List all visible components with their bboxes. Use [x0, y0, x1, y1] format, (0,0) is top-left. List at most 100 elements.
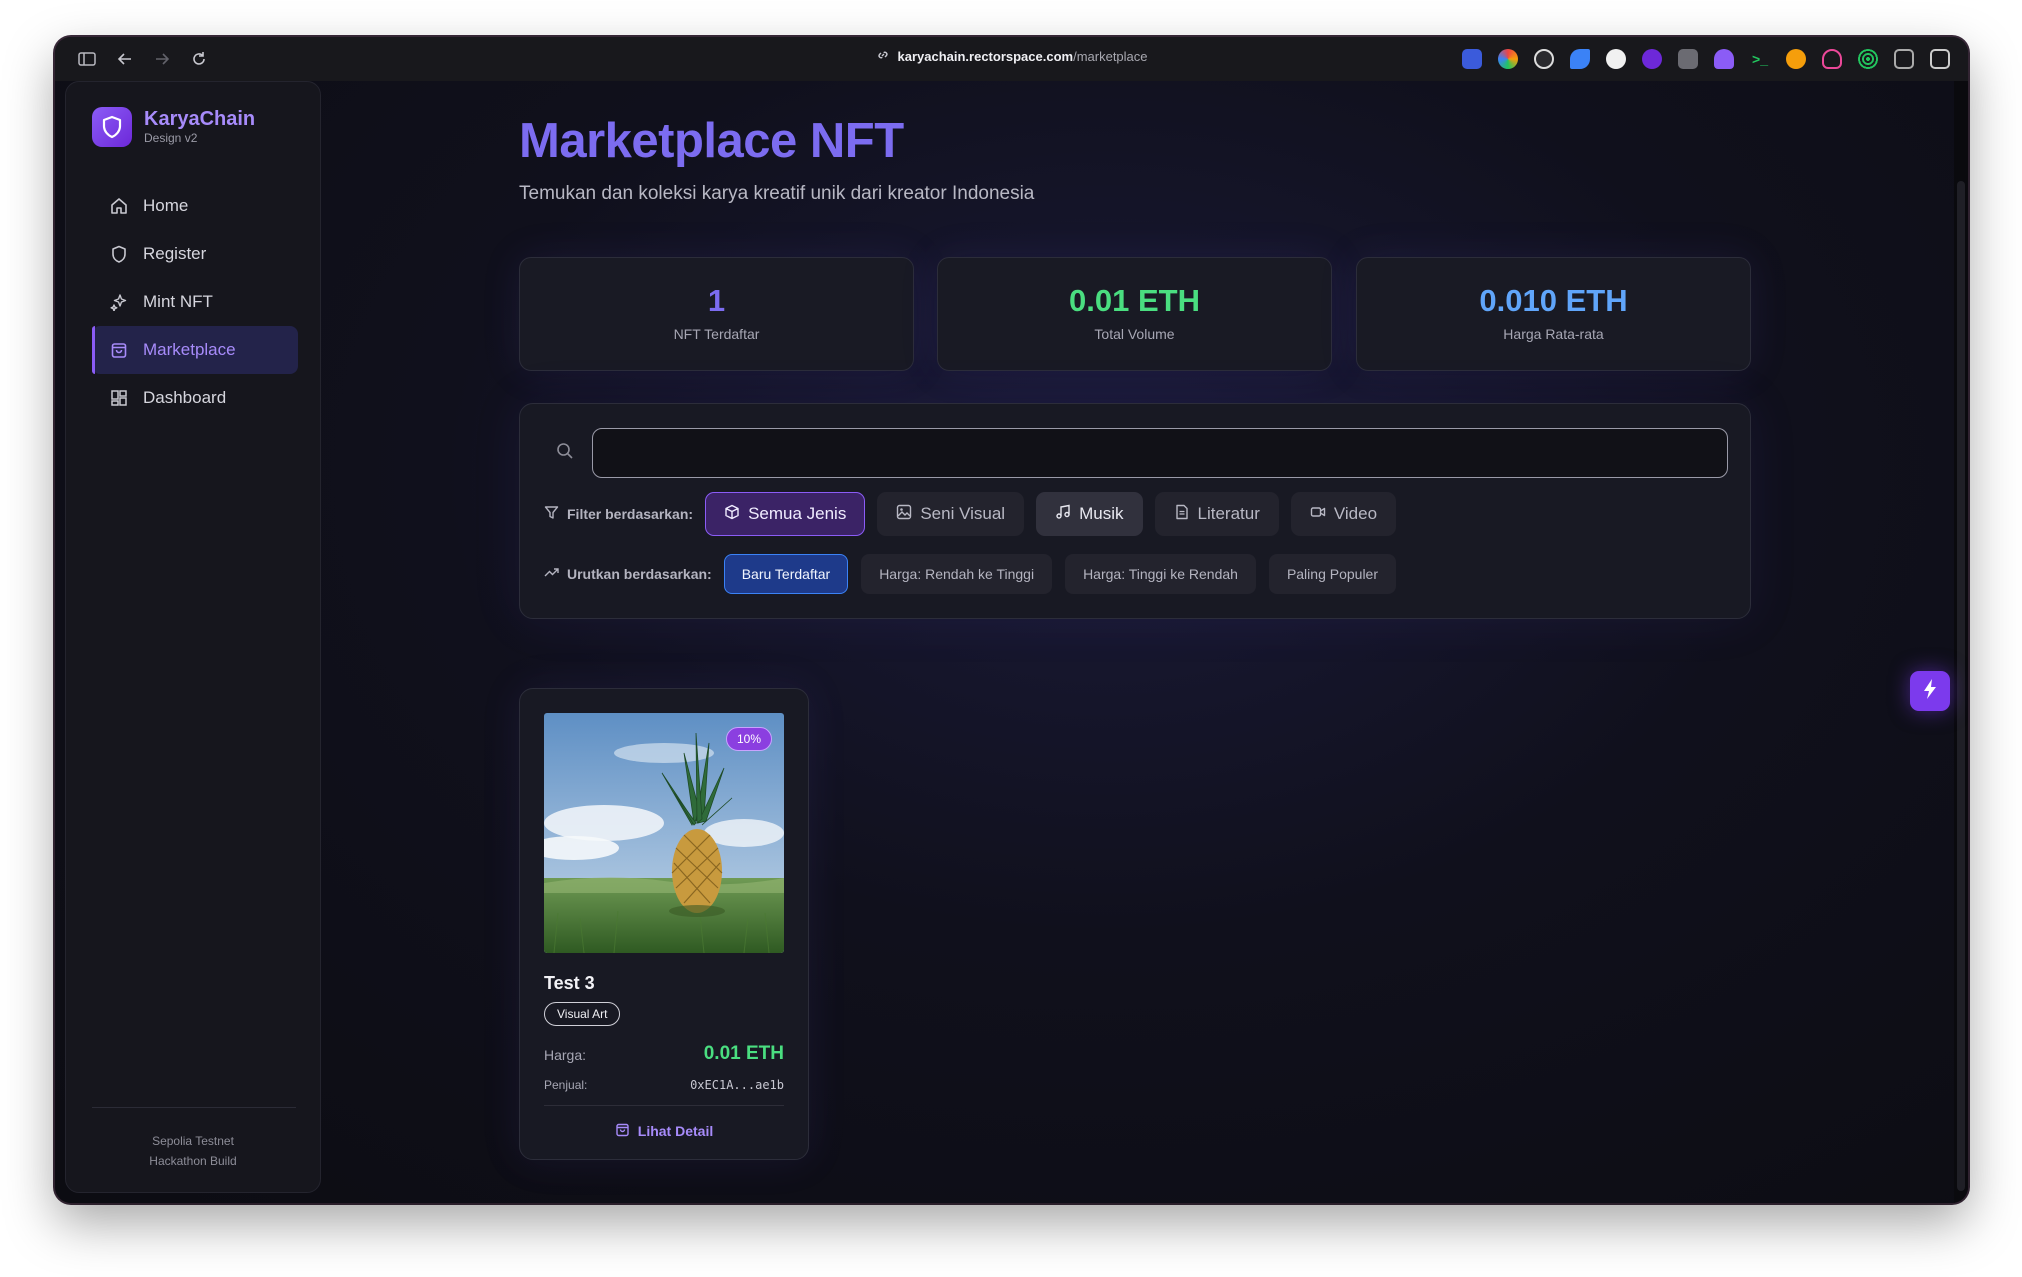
extension-icon[interactable]	[1822, 49, 1842, 69]
browser-window: karyachain.rectorspace.com/marketplace >…	[55, 37, 1968, 1203]
sort-chip-price-desc[interactable]: Harga: Tinggi ke Rendah	[1065, 554, 1256, 594]
filter-panel: Filter berdasarkan: Semua Jenis Seni Vis…	[519, 403, 1751, 619]
brand[interactable]: KaryaChain Design v2	[92, 107, 255, 147]
page-title: Marketplace NFT	[519, 114, 904, 168]
sidebar-item-label: Dashboard	[143, 388, 227, 407]
brand-name: KaryaChain	[144, 108, 256, 130]
extension-icon[interactable]	[1462, 49, 1482, 69]
price-value: 0.01 ETH	[703, 1043, 784, 1064]
browser-toolbar: karyachain.rectorspace.com/marketplace >…	[55, 37, 1968, 81]
search-icon	[556, 442, 576, 462]
chip-label: Musik	[1079, 504, 1124, 523]
stat-card-average-price: 0.010 ETH Harga Rata-rata	[1356, 257, 1751, 371]
sidebar-item-label: Marketplace	[143, 340, 236, 359]
sidebar-item-marketplace[interactable]: Marketplace	[92, 326, 298, 374]
chip-label: Literatur	[1197, 504, 1260, 523]
stat-card-total-volume: 0.01 ETH Total Volume	[937, 257, 1332, 371]
extension-icon[interactable]	[1498, 49, 1518, 69]
quick-action-button[interactable]	[1910, 671, 1950, 711]
search-input[interactable]	[592, 428, 1728, 478]
category-tag: Visual Art	[544, 1002, 621, 1026]
extension-icon[interactable]	[1642, 49, 1662, 69]
filter-chip-visual-art[interactable]: Seni Visual	[877, 492, 1025, 536]
stat-value: 0.010 ETH	[1479, 283, 1628, 318]
sidebar-item-label: Register	[143, 244, 207, 263]
chip-label: Video	[1333, 504, 1378, 523]
nft-image[interactable]: 10%	[544, 713, 784, 953]
stat-label: Harga Rata-rata	[1503, 326, 1604, 342]
sort-chip-price-asc[interactable]: Harga: Rendah ke Tinggi	[861, 554, 1053, 594]
url-path: /marketplace	[1073, 49, 1148, 64]
extension-icon[interactable]	[1606, 49, 1626, 69]
seller-address: 0xEC1A...ae1b	[690, 1078, 784, 1092]
shield-icon	[109, 244, 129, 264]
sidebar: KaryaChain Design v2 Home Register Mint …	[65, 81, 321, 1193]
scrollbar-thumb[interactable]	[1957, 181, 1965, 1191]
sort-chip-newest[interactable]: Baru Terdaftar	[723, 554, 849, 594]
app-viewport: KaryaChain Design v2 Home Register Mint …	[55, 81, 1968, 1203]
build-label: Hackathon Build	[149, 1154, 237, 1168]
reload-icon[interactable]	[189, 49, 209, 69]
shopping-bag-icon	[615, 1122, 630, 1140]
extension-icon[interactable]	[1858, 49, 1878, 69]
stat-label: NFT Terdaftar	[673, 326, 760, 342]
sort-row: Urutkan berdasarkan: Baru Terdaftar Harg…	[544, 554, 1409, 594]
card-divider	[544, 1105, 784, 1106]
music-icon	[1055, 504, 1071, 525]
chip-label: Semua Jenis	[748, 504, 847, 523]
extension-icon[interactable]	[1534, 49, 1554, 69]
filter-row: Filter berdasarkan: Semua Jenis Seni Vis…	[544, 492, 1408, 536]
url-domain: karyachain.rectorspace.com	[897, 49, 1074, 64]
sort-label: Urutkan berdasarkan:	[544, 565, 712, 583]
shopping-bag-icon	[109, 340, 129, 360]
stat-value: 1	[707, 283, 726, 318]
filter-chip-music[interactable]: Musik	[1036, 492, 1143, 536]
filter-label: Filter berdasarkan:	[544, 505, 693, 523]
scrollbar[interactable]	[1954, 81, 1968, 1203]
sidebar-nav: Home Register Mint NFT Marketplace Dashb…	[92, 182, 298, 422]
nft-card[interactable]: 10% Test 3 Visual Art Harga: 0.01 ETH Pe…	[519, 688, 809, 1160]
sidebar-item-home[interactable]: Home	[92, 182, 298, 230]
box-icon	[724, 504, 740, 525]
sidebar-item-dashboard[interactable]: Dashboard	[92, 374, 298, 422]
forward-arrow-icon[interactable]	[152, 49, 172, 69]
address-bar[interactable]: karyachain.rectorspace.com/marketplace	[875, 48, 1148, 65]
filter-label-text: Filter berdasarkan:	[567, 506, 694, 522]
view-detail-label: Lihat Detail	[637, 1123, 714, 1139]
extension-icon[interactable]	[1786, 49, 1806, 69]
dashboard-grid-icon	[109, 388, 129, 408]
document-icon	[1174, 504, 1190, 525]
view-detail-link[interactable]: Lihat Detail	[520, 1122, 808, 1140]
split-view-icon[interactable]	[1930, 49, 1950, 69]
extensions-bar: >_	[1462, 49, 1950, 69]
sidebar-item-label: Home	[143, 196, 189, 215]
stat-label: Total Volume	[1094, 326, 1175, 342]
extension-icon[interactable]	[1678, 49, 1698, 69]
stat-value: 0.01 ETH	[1069, 283, 1200, 318]
filter-chip-video[interactable]: Video	[1290, 492, 1397, 536]
sidebar-item-mint-nft[interactable]: Mint NFT	[92, 278, 298, 326]
royalty-badge: 10%	[725, 727, 772, 751]
nft-title: Test 3	[544, 973, 595, 993]
extension-icon[interactable]	[1570, 49, 1590, 69]
sort-chip-popular[interactable]: Paling Populer	[1268, 554, 1396, 594]
trending-up-icon	[544, 565, 559, 583]
sidebar-item-register[interactable]: Register	[92, 230, 298, 278]
filter-chip-literature[interactable]: Literatur	[1154, 492, 1279, 536]
shield-logo-icon	[92, 107, 132, 147]
sidebar-toggle-icon[interactable]	[77, 49, 97, 69]
chip-label: Seni Visual	[920, 504, 1006, 523]
extension-icon[interactable]	[1714, 49, 1734, 69]
filter-chip-all[interactable]: Semua Jenis	[705, 492, 866, 536]
brand-subtitle: Design v2	[144, 131, 198, 145]
back-arrow-icon[interactable]	[115, 49, 135, 69]
home-icon	[109, 196, 129, 216]
sort-label-text: Urutkan berdasarkan:	[567, 566, 712, 582]
stats-row: 1 NFT Terdaftar 0.01 ETH Total Volume 0.…	[519, 257, 1751, 371]
stat-card-nft-count: 1 NFT Terdaftar	[519, 257, 914, 371]
extension-icon[interactable]	[1894, 49, 1914, 69]
sidebar-footer: Sepolia Testnet Hackathon Build	[66, 1131, 320, 1171]
lightning-icon	[1922, 678, 1938, 705]
filter-icon	[544, 505, 559, 523]
terminal-icon[interactable]: >_	[1750, 49, 1770, 69]
